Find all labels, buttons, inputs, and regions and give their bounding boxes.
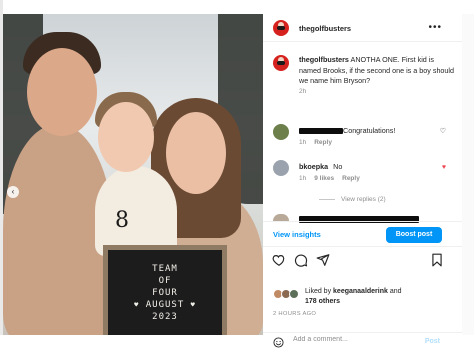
likes-count[interactable]: 178 others (305, 298, 340, 305)
caption-time: 2h (299, 88, 307, 95)
likes-connector: and (389, 288, 402, 295)
comment-avatar[interactable] (273, 160, 289, 176)
post-timestamp[interactable]: 2 HOURS AGO (273, 311, 316, 317)
post-caption: thegolfbusters ANOTHA ONE. First kid is … (299, 55, 456, 87)
woman-face (166, 112, 226, 194)
comment: bkoepka No (299, 162, 342, 172)
share-icon[interactable] (316, 253, 330, 267)
more-icon[interactable]: ••• (428, 22, 442, 33)
reply-link[interactable]: Reply (342, 175, 360, 182)
comment-author[interactable]: bkoepka (299, 162, 328, 171)
avatar[interactable] (273, 20, 289, 36)
letter-board: TEAM OF FOUR ♥ AUGUST ♥ 2023 (103, 245, 227, 335)
emoji-icon[interactable] (273, 337, 284, 348)
comment: Congratulations! (299, 126, 395, 136)
avatar[interactable] (289, 289, 299, 299)
man-face (27, 48, 97, 136)
insights-bar: View insights Boost post (263, 221, 462, 247)
heart-glyph: ♥ (190, 301, 196, 309)
comment-meta: 1h Reply (299, 139, 340, 146)
redacted-username (299, 128, 343, 135)
liked-by-label: Liked by (305, 288, 332, 295)
heart-filled-icon[interactable]: ♥ (442, 164, 446, 171)
post-comment-button[interactable]: Post (425, 338, 440, 345)
view-replies-link[interactable]: View replies (2) (299, 196, 386, 203)
sign-line: 2023 (152, 312, 178, 322)
sign-line: TEAM (152, 264, 178, 274)
likes-text: Liked by keeganaalderink and 178 others (305, 287, 455, 307)
comment-text: No (333, 162, 343, 171)
bookmark-icon[interactable] (430, 253, 444, 267)
child-figure (95, 166, 177, 256)
caption-author[interactable]: thegolfbusters (299, 55, 349, 64)
instagram-post-modal: 8 TEAM OF FOUR ♥ AUGUST ♥ 2023 ‹ thegolf… (0, 0, 474, 348)
scrollbar[interactable] (462, 14, 474, 335)
comment-time: 1h (299, 139, 307, 146)
view-insights-link[interactable]: View insights (273, 230, 321, 239)
comment-likes[interactable]: 9 likes (314, 175, 334, 182)
comment-text: Congratulations! (343, 126, 396, 135)
heart-glyph: ♥ (134, 301, 140, 309)
heart-icon[interactable] (272, 253, 286, 267)
post-header: thegolfbusters ••• (263, 14, 462, 42)
sign-line: AUGUST (145, 300, 185, 310)
comment-meta: 1h 9 likes Reply (299, 175, 368, 182)
child-face (98, 102, 154, 172)
sign-line: FOUR (152, 288, 178, 298)
post-author[interactable]: thegolfbusters (299, 24, 351, 33)
likes-summary: Liked by keeganaalderink and 178 others (273, 287, 453, 309)
liked-by-user[interactable]: keeganaalderink (333, 288, 388, 295)
chevron-left-icon[interactable]: ‹ (7, 186, 19, 198)
post-side-panel: thegolfbusters ••• thegolfbusters ANOTHA… (263, 14, 462, 348)
post-photo[interactable]: 8 TEAM OF FOUR ♥ AUGUST ♥ 2023 ‹ (3, 14, 263, 335)
sign-line: ♥ AUGUST ♥ (134, 300, 196, 310)
comment-input[interactable] (293, 336, 413, 343)
comment-avatar[interactable] (273, 214, 289, 221)
comment-icon[interactable] (294, 253, 308, 267)
heart-icon[interactable]: ♡ (440, 127, 446, 135)
child-sweater-letters: 8 (115, 208, 129, 233)
sign-line: OF (158, 276, 172, 286)
comment-avatar[interactable] (273, 124, 289, 140)
caption-avatar[interactable] (273, 55, 289, 71)
reply-link[interactable]: Reply (314, 139, 332, 146)
comment-time: 1h (299, 175, 307, 182)
boost-post-button[interactable]: Boost post (386, 227, 442, 243)
